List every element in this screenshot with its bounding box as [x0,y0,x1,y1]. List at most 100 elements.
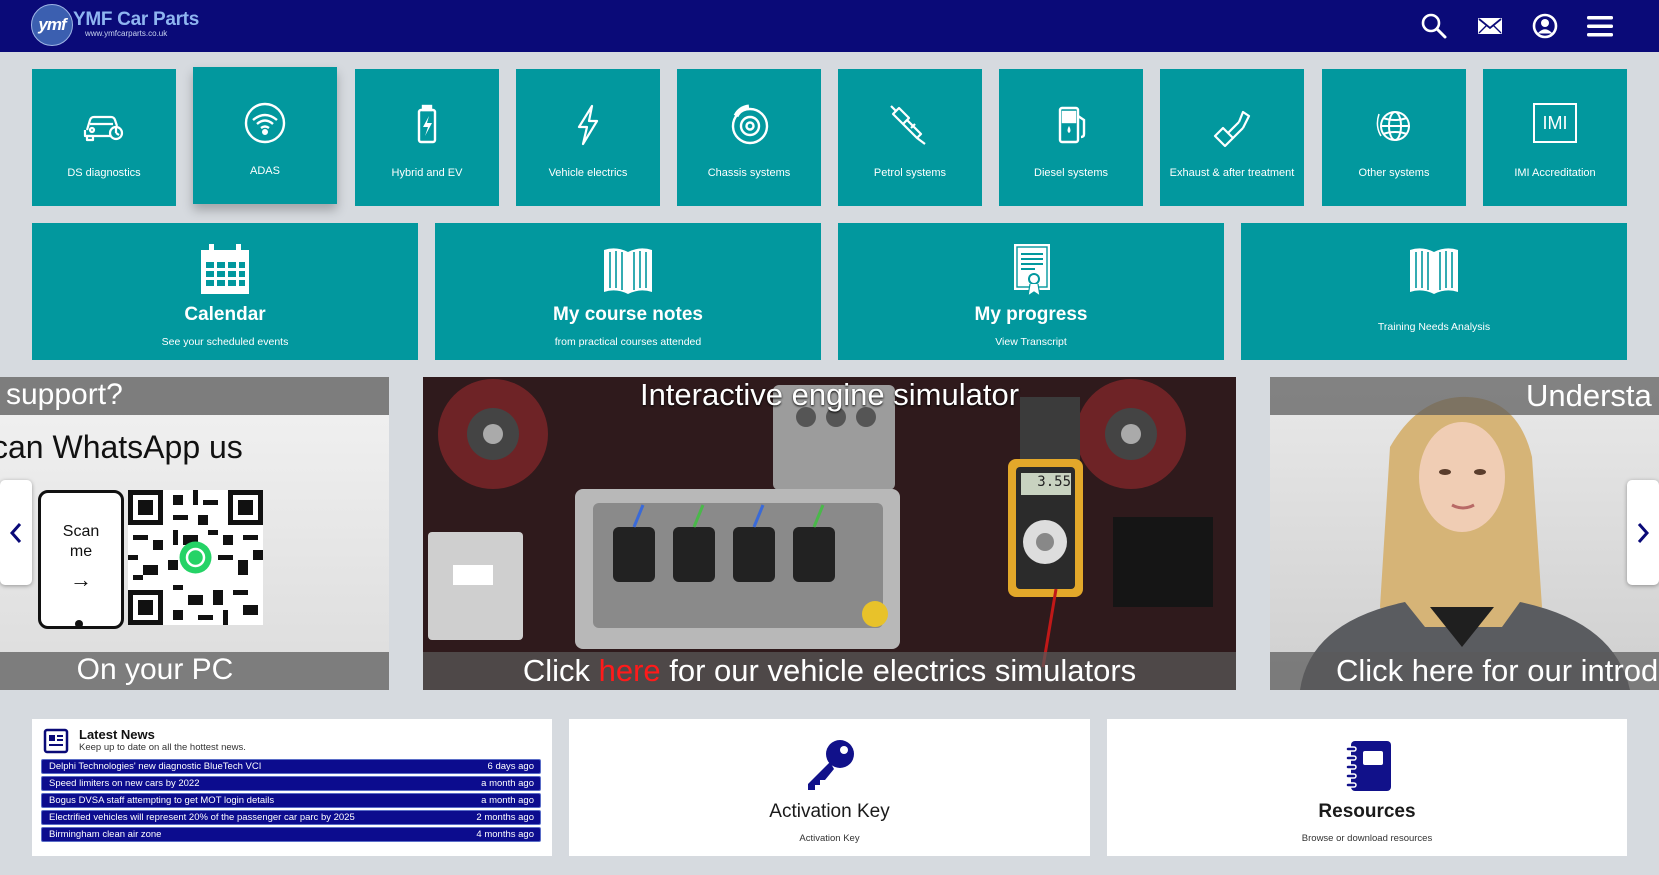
module-vehicle-electrics[interactable]: Vehicle electrics [516,69,660,206]
feature-my-progress[interactable]: My progress View Transcript [838,223,1224,360]
module-diesel-systems[interactable]: Diesel systems [999,69,1143,206]
feature-course-notes[interactable]: My course notes from practical courses a… [435,223,821,360]
key-icon [802,737,858,793]
activation-key-card[interactable]: Activation Key Activation Key [569,719,1090,856]
account-icon[interactable] [1529,10,1561,42]
slide-top-bar: Understa [1270,377,1659,415]
news-item[interactable]: Electrified vehicles will represent 20% … [41,810,541,825]
carousel-slide-intro-video[interactable]: Understa Click here for our introdu [1270,377,1659,690]
globe-icon [1371,102,1417,148]
search-icon[interactable] [1418,10,1450,42]
module-label: Hybrid and EV [391,167,463,179]
certificate-icon [1001,240,1061,300]
imi-logo-icon: IMI [1533,103,1577,143]
slide-top-bar: support? [0,377,389,415]
feature-title: My course notes [553,304,703,325]
resources-card[interactable]: Resources Browse or download resources [1107,719,1627,856]
menu-icon[interactable] [1584,10,1616,42]
car-diagnostics-icon [81,102,127,148]
injector-icon [887,102,933,148]
slide-caption: Click here for our vehicle electrics sim… [423,653,1236,689]
carousel-slide-engine-simulator[interactable]: 3.55 Interactive engine simulator Click … [423,377,1236,690]
news-item-age: 6 days ago [487,761,534,772]
notebook-icon [1341,739,1395,793]
caption-post: for our vehicle electrics simulators [660,653,1137,688]
module-chassis-systems[interactable]: Chassis systems [677,69,821,206]
slide-caption-bar: Click here for our introdu [1270,652,1659,690]
mail-icon[interactable] [1474,10,1506,42]
battery-icon [404,102,450,148]
brake-disc-icon [726,102,772,148]
news-item-title: Delphi Technologies' new diagnostic Blue… [49,761,262,772]
feature-subtitle: from practical courses attended [554,336,702,348]
module-label: ADAS [250,165,280,177]
module-label: Diesel systems [1034,167,1108,179]
slide-caption: Click here for our introdu [1336,653,1659,688]
module-label: Exhaust & after treatment [1169,167,1295,179]
news-item[interactable]: Bogus DVSA staff attempting to get MOT l… [41,793,541,808]
exhaust-pipe-icon [1209,102,1255,148]
open-book-icon [1404,240,1464,300]
news-item-title: Bogus DVSA staff attempting to get MOT l… [49,795,275,806]
news-item-age: 4 months ago [476,829,534,840]
scan-label-1: Scan [62,523,100,540]
slide-title: Understa [1526,378,1652,413]
news-item-title: Electrified vehicles will represent 20% … [49,812,355,823]
feature-subtitle: See your scheduled events [161,336,289,348]
module-petrol-systems[interactable]: Petrol systems [838,69,982,206]
news-item[interactable]: Speed limiters on new cars by 2022 a mont… [41,776,541,791]
slide-bottom-bar: On your PC [0,652,389,690]
imi-badge-text: IMI [1542,113,1568,133]
scan-label-2: me [69,543,93,560]
wifi-signal-icon [242,100,288,146]
latest-news-card: Latest News Keep up to date on all the h… [32,719,552,856]
carousel-prev-button[interactable] [0,480,32,585]
news-item[interactable]: Birmingham clean air zone 4 months ago [41,827,541,842]
slide-headline: can WhatsApp us [0,429,243,465]
news-item-age: 2 months ago [476,812,534,823]
meter-reading: 3.55 [1037,474,1071,490]
slide-title: Interactive engine simulator [639,377,1020,412]
newspaper-icon [43,728,69,754]
lightning-icon [565,102,611,148]
feature-calendar[interactable]: Calendar See your scheduled events [32,223,418,360]
news-item[interactable]: Delphi Technologies' new diagnostic Blue… [41,759,541,774]
news-subtitle: Keep up to date on all the hottest news. [79,742,246,753]
news-item-age: a month ago [481,795,534,806]
scan-arrow: → [70,567,92,592]
carousel-slide-whatsapp[interactable]: support? can WhatsApp us Scan me → On yo… [0,377,389,690]
module-label: IMI Accreditation [1514,167,1596,179]
feature-title: My progress [974,304,1088,325]
engine-illustration [423,377,1236,690]
top-header: ymf YMF Car Parts www.ymfcarparts.co.uk [0,0,1659,52]
module-other-systems[interactable]: Other systems [1322,69,1466,206]
module-label: Chassis systems [707,167,791,179]
brand-url: www.ymfcarparts.co.uk [85,29,168,38]
module-exhaust-after-treatment[interactable]: Exhaust & after treatment [1160,69,1304,206]
news-item-title: Speed limiters on new cars by 2022 [49,778,200,789]
activation-subtitle: Activation Key [799,833,860,844]
module-adas[interactable]: ADAS [193,67,337,204]
feature-subtitle: View Transcript [995,336,1067,348]
feature-subtitle: Training Needs Analysis [1377,321,1491,333]
logo-mark: ymf [31,4,73,46]
chevron-left-icon [9,522,22,543]
caption-pre: Click [522,653,599,688]
phone-home-button [75,620,83,628]
activation-title: Activation Key [769,801,890,822]
module-imi-accreditation[interactable]: IMI IMI Accreditation [1483,69,1627,206]
carousel-next-button[interactable] [1627,480,1659,585]
caption-here-link[interactable]: here [599,653,661,688]
chevron-right-icon [1637,522,1650,543]
slide-top-text: support? [6,378,123,411]
module-label: Petrol systems [873,167,947,179]
module-label: Vehicle electrics [548,167,628,179]
module-ds-diagnostics[interactable]: DS diagnostics [32,69,176,206]
module-label: DS diagnostics [67,167,141,179]
module-hybrid-ev[interactable]: Hybrid and EV [355,69,499,206]
open-book-icon [598,240,658,300]
phone-frame: Scan me → [38,490,124,629]
module-label: Other systems [1358,167,1430,179]
feature-training-needs-analysis[interactable]: Training Needs Analysis [1241,223,1627,360]
slide-bottom-text: On your PC [76,653,234,686]
